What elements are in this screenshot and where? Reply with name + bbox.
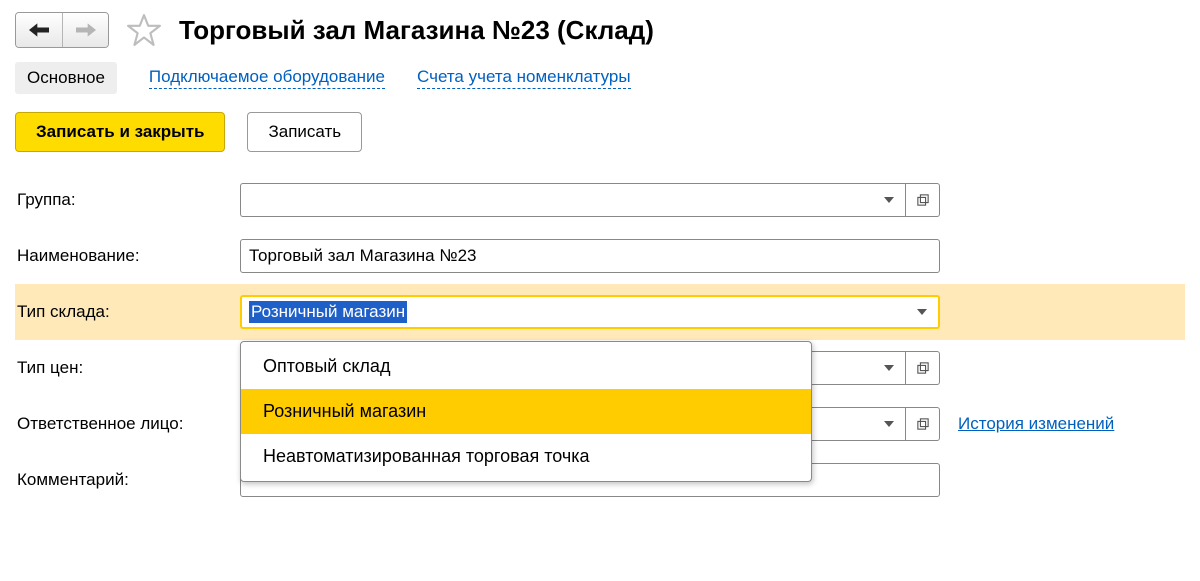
chevron-down-icon <box>883 418 895 430</box>
open-external-icon <box>917 194 929 206</box>
tab-accounts[interactable]: Счета учета номенклатуры <box>417 67 631 89</box>
row-name: Наименование: Торговый зал Магазина №23 <box>15 228 1185 284</box>
nav-back-button[interactable] <box>16 13 62 47</box>
tabs-row: Основное Подключаемое оборудование Счета… <box>15 58 1185 112</box>
warehouse-type-value: Розничный магазин <box>249 301 407 323</box>
warehouse-type-dropdown: Оптовый склад Розничный магазин Неавтома… <box>240 341 812 482</box>
tab-equipment[interactable]: Подключаемое оборудование <box>149 67 385 89</box>
warehouse-type-option[interactable]: Неавтоматизированная торговая точка <box>241 434 811 479</box>
group-combo <box>240 183 940 217</box>
name-input[interactable]: Торговый зал Магазина №23 <box>240 239 940 273</box>
page-title: Торговый зал Магазина №23 (Склад) <box>179 15 654 46</box>
warehouse-type-input[interactable]: Розничный магазин <box>240 295 906 329</box>
warehouse-type-combo: Розничный магазин <box>240 295 940 329</box>
responsible-dropdown-button[interactable] <box>872 407 906 441</box>
label-group: Группа: <box>15 190 240 210</box>
label-name: Наименование: <box>15 246 240 266</box>
open-external-icon <box>917 362 929 374</box>
warehouse-type-option[interactable]: Оптовый склад <box>241 344 811 389</box>
favorite-star[interactable] <box>127 13 161 47</box>
open-external-icon <box>917 418 929 430</box>
form: Группа: Наименование: <box>15 172 1185 508</box>
price-type-dropdown-button[interactable] <box>872 351 906 385</box>
actions-row: Записать и закрыть Записать <box>15 112 1185 172</box>
label-price-type: Тип цен: <box>15 358 240 378</box>
header-row: Торговый зал Магазина №23 (Склад) <box>15 6 1185 58</box>
star-icon <box>127 13 161 47</box>
warehouse-type-option[interactable]: Розничный магазин <box>241 389 811 434</box>
price-type-open-button[interactable] <box>906 351 940 385</box>
group-dropdown-button[interactable] <box>872 183 906 217</box>
responsible-open-button[interactable] <box>906 407 940 441</box>
save-button[interactable]: Записать <box>247 112 362 152</box>
chevron-down-icon <box>883 194 895 206</box>
save-close-button[interactable]: Записать и закрыть <box>15 112 225 152</box>
arrow-right-icon <box>76 22 96 38</box>
group-input[interactable] <box>240 183 872 217</box>
chevron-down-icon <box>916 306 928 318</box>
nav-buttons <box>15 12 109 48</box>
label-responsible: Ответственное лицо: <box>15 414 240 434</box>
row-warehouse-type: Тип склада: Розничный магазин Оптовый ск… <box>15 284 1185 340</box>
nav-forward-button[interactable] <box>62 13 108 47</box>
history-link[interactable]: История изменений <box>958 414 1114 434</box>
label-warehouse-type: Тип склада: <box>15 302 240 322</box>
group-open-button[interactable] <box>906 183 940 217</box>
arrow-left-icon <box>29 22 49 38</box>
label-comment: Комментарий: <box>15 470 240 490</box>
page: Торговый зал Магазина №23 (Склад) Основн… <box>0 0 1200 514</box>
row-group: Группа: <box>15 172 1185 228</box>
tab-main[interactable]: Основное <box>15 62 117 94</box>
chevron-down-icon <box>883 362 895 374</box>
warehouse-type-dropdown-button[interactable] <box>906 295 940 329</box>
